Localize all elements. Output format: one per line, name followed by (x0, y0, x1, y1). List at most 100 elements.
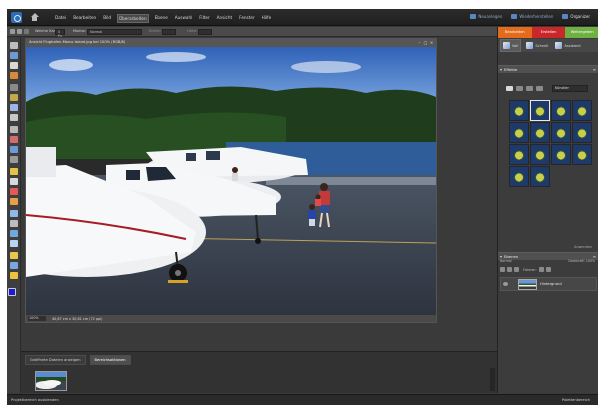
quick-selection-icon[interactable] (10, 114, 18, 121)
clone-stamp-icon[interactable] (10, 178, 18, 185)
effect-thumb[interactable] (509, 100, 529, 121)
effects-apply-button[interactable]: Anwenden (574, 245, 592, 249)
hand-tool-icon[interactable] (10, 62, 18, 69)
shape-tool-icon[interactable] (10, 252, 18, 259)
marquee-tool-icon[interactable] (10, 84, 18, 91)
foreground-color-swatch[interactable] (8, 288, 16, 296)
effect-thumb[interactable] (551, 144, 571, 165)
layer-name: Hintergrund (540, 282, 562, 286)
minimize-icon[interactable]: – (417, 40, 422, 45)
subtab-quick[interactable]: Schnell (524, 40, 550, 51)
blend-mode-select[interactable]: Normal (500, 259, 512, 263)
sponge-tool-icon[interactable] (10, 272, 18, 279)
marquee-ellipse-icon[interactable] (17, 29, 22, 34)
height-input[interactable] (198, 29, 212, 35)
zoom-field[interactable]: 100% (28, 316, 46, 321)
effect-thumb[interactable] (530, 144, 550, 165)
restore-button[interactable]: Wiederherstellen (511, 14, 553, 19)
organizer-button[interactable]: Organizer (562, 14, 590, 19)
effect-thumb[interactable] (572, 100, 592, 121)
lock-transparency-icon[interactable] (538, 267, 544, 272)
magic-wand-icon[interactable] (10, 104, 18, 111)
panel-menu-icon[interactable]: ≡ (593, 67, 596, 72)
menu-filter[interactable]: Filter (198, 14, 210, 23)
menu-ueberarbeiten[interactable]: Überarbeiten (117, 14, 149, 23)
menu-datei[interactable]: Datei (54, 14, 67, 23)
effects-category-select[interactable]: Künstler (552, 85, 588, 92)
pencil-icon[interactable] (10, 220, 18, 227)
spot-healing-icon[interactable] (10, 168, 18, 175)
visibility-eye-icon[interactable] (503, 282, 508, 286)
eyedropper-icon[interactable] (10, 72, 18, 79)
effect-thumb[interactable] (551, 100, 571, 121)
mode-select[interactable]: Normal (87, 29, 142, 35)
lock-label: Fixieren: (523, 267, 537, 272)
move-tool-icon[interactable] (10, 42, 18, 49)
menu-ansicht[interactable]: Ansicht (216, 14, 233, 23)
lasso-tool-icon[interactable] (10, 94, 18, 101)
effect-thumb[interactable] (572, 122, 592, 143)
menu-auswahl[interactable]: Auswahl (174, 14, 194, 23)
menu-ebene[interactable]: Ebene (154, 14, 169, 23)
app-logo-icon[interactable] (11, 12, 22, 23)
maximize-icon[interactable]: □ (423, 40, 428, 45)
effect-thumb[interactable] (530, 166, 550, 187)
new-layer-icon[interactable] (500, 267, 505, 272)
menu-hilfe[interactable]: Hilfe (261, 14, 273, 23)
effect-thumb[interactable] (530, 122, 550, 143)
bin-scrollbar[interactable] (490, 368, 495, 391)
delete-layer-icon[interactable] (514, 267, 519, 272)
effect-thumb[interactable] (551, 122, 571, 143)
bin-tabs: Geöffnete Dateien anzeigen Bereichsaktio… (25, 355, 131, 365)
paint-bucket-icon[interactable] (10, 230, 18, 237)
brush-icon[interactable] (10, 198, 18, 205)
menu-fenster[interactable]: Fenster (238, 14, 256, 23)
feather-input[interactable]: 0 Px (55, 29, 65, 38)
tab-open-files[interactable]: Geöffnete Dateien anzeigen (25, 355, 86, 365)
selection-mode-icon[interactable] (24, 29, 29, 34)
crop-tool-icon[interactable] (10, 136, 18, 143)
tab-create[interactable]: Erstellen (531, 27, 566, 38)
hide-project-bin-button[interactable]: Projektbereich ausblenden (11, 398, 59, 402)
new-icon (470, 14, 477, 19)
bin-thumbnail[interactable] (35, 371, 67, 391)
home-icon[interactable] (30, 13, 39, 22)
effect-thumb[interactable] (572, 144, 592, 165)
marquee-rect-icon[interactable] (10, 29, 15, 34)
filters-icon[interactable] (506, 86, 513, 91)
menu-bild[interactable]: Bild (102, 14, 112, 23)
smart-brush-icon[interactable] (10, 210, 18, 217)
blur-tool-icon[interactable] (10, 262, 18, 269)
effect-thumb-selected[interactable] (530, 100, 550, 121)
zoom-tool-icon[interactable] (10, 52, 18, 59)
eraser-icon[interactable] (10, 188, 18, 195)
restore-icon (511, 14, 518, 19)
close-icon[interactable]: × (429, 40, 434, 45)
width-input[interactable] (162, 29, 176, 35)
tab-edit[interactable]: Bearbeiten (498, 27, 532, 38)
photo-effects-icon[interactable] (526, 86, 533, 91)
new-button[interactable]: Neuanlegen (470, 14, 502, 19)
subtab-full[interactable]: Voll (500, 39, 522, 52)
gradient-icon[interactable] (10, 240, 18, 247)
palette-bin-button[interactable]: Palettenbereich (562, 398, 590, 402)
type-tool-icon[interactable] (10, 126, 18, 133)
document-titlebar[interactable]: Ansicht Flughafen-Marco Island.jpg bei 1… (26, 39, 436, 47)
lock-all-icon[interactable] (545, 267, 551, 272)
redeye-tool-icon[interactable] (10, 156, 18, 163)
tab-share[interactable]: Weitergeben (565, 27, 598, 38)
menu-bearbeiten[interactable]: Bearbeiten (72, 14, 97, 23)
effect-thumb[interactable] (509, 166, 529, 187)
image-canvas[interactable] (26, 47, 436, 314)
layer-styles-icon[interactable] (516, 86, 523, 91)
subtab-guided[interactable]: Assistent (553, 40, 582, 51)
effect-thumb[interactable] (509, 122, 529, 143)
layer-row[interactable]: Hintergrund (500, 277, 597, 291)
all-effects-icon[interactable] (536, 86, 543, 91)
effects-panel-header[interactable]: Effekte ≡ (498, 65, 598, 73)
opacity-field[interactable]: Deckkraft: 100% (568, 259, 595, 263)
adjustment-layer-icon[interactable] (507, 267, 512, 272)
recompose-tool-icon[interactable] (10, 146, 18, 153)
effect-thumb[interactable] (509, 144, 529, 165)
tab-area-actions[interactable]: Bereichsaktionen (89, 355, 131, 365)
